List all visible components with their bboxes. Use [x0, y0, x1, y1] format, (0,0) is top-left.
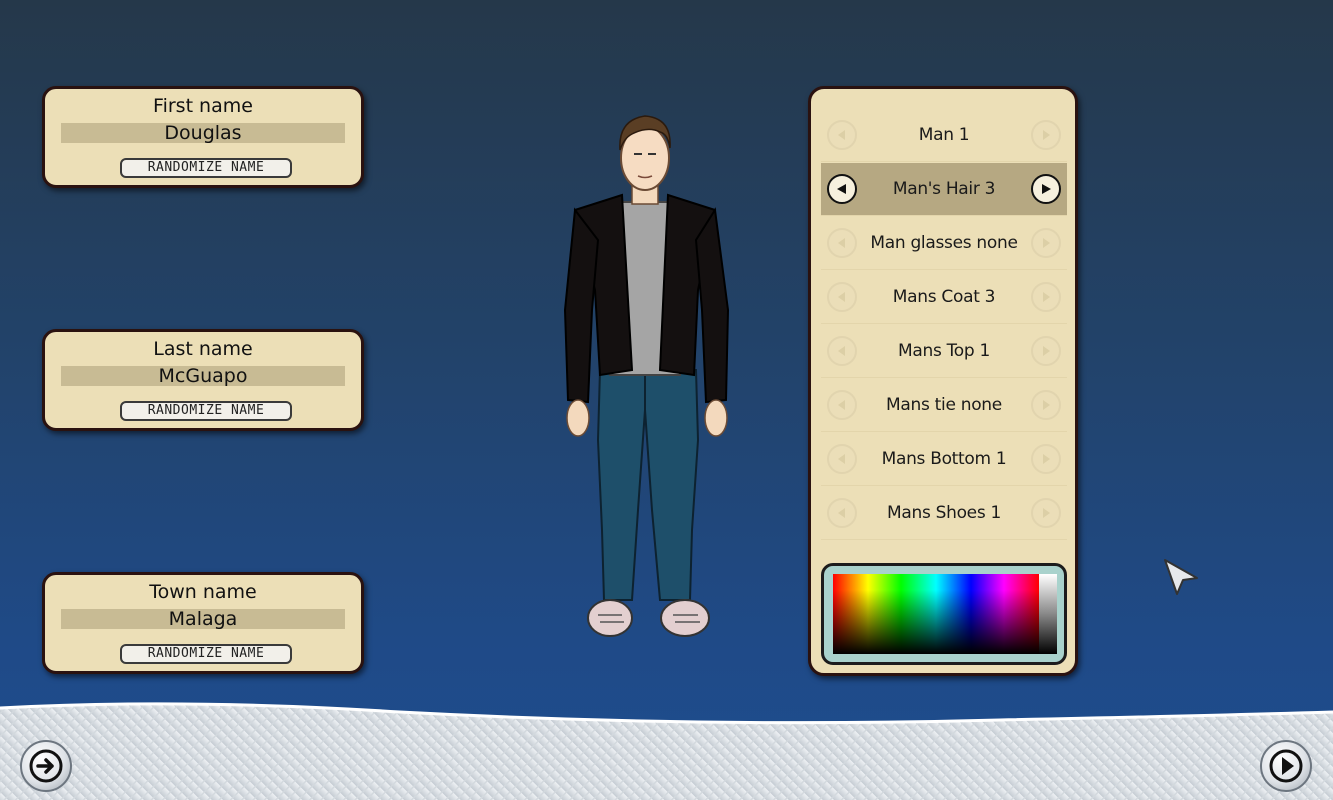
arrow-right-icon[interactable] [1031, 390, 1061, 420]
option-row-glasses: Man glasses none [821, 217, 1067, 270]
character-preview [540, 110, 760, 655]
last-name-label: Last name [153, 338, 253, 360]
randomize-last-name-button[interactable]: RANDOMIZE NAME [120, 401, 292, 421]
first-name-value: Douglas [61, 123, 345, 143]
bottom-wave [0, 702, 1333, 800]
bottom-bar [0, 690, 1333, 800]
arrow-left-icon[interactable] [827, 336, 857, 366]
option-label: Man's Hair 3 [892, 179, 996, 199]
last-name-value: McGuapo [61, 366, 345, 386]
randomize-town-name-button[interactable]: RANDOMIZE NAME [120, 644, 292, 664]
arrow-left-icon[interactable] [827, 282, 857, 312]
option-row-coat: Mans Coat 3 [821, 271, 1067, 324]
color-picker [821, 563, 1067, 665]
town-name-label: Town name [149, 581, 257, 603]
option-label: Mans Top 1 [897, 341, 991, 361]
town-name-value: Malaga [61, 609, 345, 629]
first-name-label: First name [153, 95, 253, 117]
character-figure [563, 115, 730, 637]
customization-panel: Man 1 Man's Hair 3 Man glasses none Mans… [808, 86, 1078, 676]
first-name-card: First name Douglas RANDOMIZE NAME [42, 86, 364, 188]
exit-button[interactable] [20, 740, 72, 792]
arrow-right-icon[interactable] [1031, 120, 1061, 150]
grayscale-slider[interactable] [1039, 574, 1057, 654]
arrow-left-icon[interactable] [827, 498, 857, 528]
option-label: Mans Bottom 1 [881, 449, 1007, 469]
play-next-icon [1269, 749, 1303, 783]
option-label: Man glasses none [870, 233, 1018, 253]
option-row-body: Man 1 [821, 109, 1067, 162]
town-name-card: Town name Malaga RANDOMIZE NAME [42, 572, 364, 674]
option-row-bottom: Mans Bottom 1 [821, 433, 1067, 486]
arrow-right-icon[interactable] [1031, 444, 1061, 474]
arrow-left-icon[interactable] [827, 174, 857, 204]
arrow-right-icon[interactable] [1031, 228, 1061, 258]
arrow-left-icon[interactable] [827, 444, 857, 474]
color-spectrum[interactable] [833, 574, 1039, 654]
randomize-first-name-button[interactable]: RANDOMIZE NAME [120, 158, 292, 178]
exit-arrow-icon [29, 749, 63, 783]
option-row-hair: Man's Hair 3 [821, 163, 1067, 216]
option-label: Mans Coat 3 [892, 287, 996, 307]
arrow-right-icon[interactable] [1031, 282, 1061, 312]
last-name-card: Last name McGuapo RANDOMIZE NAME [42, 329, 364, 431]
arrow-right-icon[interactable] [1031, 174, 1061, 204]
arrow-left-icon[interactable] [827, 120, 857, 150]
option-label: Mans Shoes 1 [886, 503, 1002, 523]
arrow-right-icon[interactable] [1031, 336, 1061, 366]
mouse-cursor-icon [1164, 559, 1198, 595]
arrow-left-icon[interactable] [827, 228, 857, 258]
option-row-shoes: Mans Shoes 1 [821, 487, 1067, 540]
option-row-tie: Mans tie none [821, 379, 1067, 432]
arrow-left-icon[interactable] [827, 390, 857, 420]
option-label: Mans tie none [886, 395, 1002, 415]
option-label: Man 1 [918, 125, 970, 145]
arrow-right-icon[interactable] [1031, 498, 1061, 528]
option-row-top: Mans Top 1 [821, 325, 1067, 378]
next-button[interactable] [1260, 740, 1312, 792]
